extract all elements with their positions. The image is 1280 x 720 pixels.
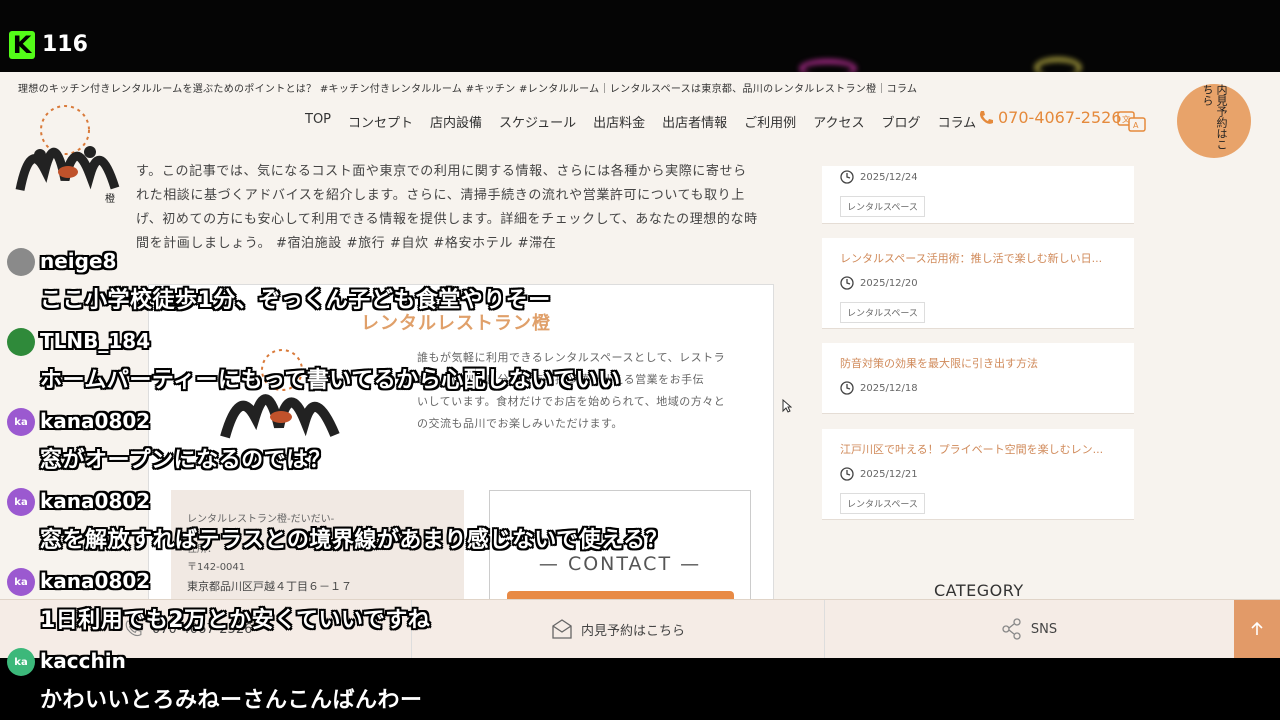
nav-item-examples[interactable]: ご利用例 <box>744 112 796 131</box>
nav-item-top[interactable]: TOP <box>305 112 331 131</box>
chat-username[interactable]: kana0802 <box>40 489 150 513</box>
nav-phone-number: 070-4067-2526 <box>998 108 1122 127</box>
avatar: ka <box>7 488 35 516</box>
viewer-count: 116 <box>42 32 88 57</box>
chat-text: ホームパーティーにもって書いてるから心配しないでいい <box>40 368 621 393</box>
post-title[interactable]: 江戸川区で叶える！プライベート空間を楽しむレン... <box>840 441 1103 457</box>
avatar: ka <box>7 648 35 676</box>
nav-item-blog[interactable]: ブログ <box>882 112 921 131</box>
chat-text: 1日利用でも2万とか安くていいですね <box>40 608 431 633</box>
shop-desc-line: いしています。食材だけでお店を始められて、地域の方々と <box>417 395 726 408</box>
article-line: す。この記事では、気になるコスト面や東京での利用に関する情報、さらには各種から実… <box>136 164 747 179</box>
footer-sns-button[interactable]: SNS <box>824 600 1234 658</box>
shop-desc-line: の交流も品川でお楽しみいただけます。 <box>417 417 623 430</box>
svg-text:文: 文 <box>1122 114 1130 124</box>
nav-item-column[interactable]: コラム <box>938 112 977 131</box>
chat-username[interactable]: kana0802 <box>40 569 150 593</box>
phone-icon <box>980 110 993 124</box>
nav-item-access[interactable]: アクセス <box>813 112 864 131</box>
avatar <box>7 328 35 356</box>
shop-logo-icon <box>220 349 340 439</box>
chat-text: ここ小学校徒歩1分、ぞっくん子ども食堂やりそー <box>40 288 551 313</box>
footer-sns-label: SNS <box>1030 621 1058 637</box>
sidebar-post-card[interactable]: レンタルスペース活用術：推し活で楽しむ新しい日... 2025/12/20 レン… <box>822 238 1134 329</box>
site-logo-icon[interactable]: 橙 <box>10 100 125 205</box>
post-tag[interactable]: レンタルスペース <box>840 493 925 514</box>
post-date: 2025/12/18 <box>840 381 918 395</box>
mouse-cursor-icon <box>782 399 792 413</box>
avatar: ka <box>7 568 35 596</box>
svg-text:A: A <box>1133 121 1139 130</box>
translate-icon[interactable]: 文A <box>1117 110 1147 134</box>
stream-top-bar: K 116 <box>0 0 1280 77</box>
sidebar-post-card[interactable]: 2025/12/24 レンタルスペース <box>822 166 1134 224</box>
sidebar-post-card[interactable]: 防音対策の効果を最大限に引き出す方法 2025/12/18 <box>822 343 1134 414</box>
post-date-text: 2025/12/21 <box>860 468 918 480</box>
nav-item-equipment[interactable]: 店内設備 <box>430 112 482 131</box>
chat-username[interactable]: kana0802 <box>40 409 150 433</box>
post-title[interactable]: レンタルスペース活用術：推し活で楽しむ新しい日... <box>840 250 1102 266</box>
article-line: げ、初めての方にも安心して利用できる情報を提供します。詳細をチェックして、あなた… <box>136 212 758 227</box>
chat-username[interactable]: kacchin <box>40 649 126 673</box>
visit-reservation-button[interactable]: 内見予約はこちら <box>1177 84 1251 158</box>
nav-item-fee[interactable]: 出店料金 <box>593 112 645 131</box>
article-line: 間を計画しましょう。 #宿泊施設 #旅行 #自炊 #格安ホテル #滞在 <box>136 236 557 251</box>
clock-icon <box>840 467 854 481</box>
chat-text: 窓がオープンになるのでは？ <box>40 448 332 473</box>
breadcrumb: 理想のキッチン付きレンタルルームを選ぶためのポイントとは？ #キッチン付きレンタ… <box>18 84 918 95</box>
avatar <box>7 248 35 276</box>
clock-icon <box>840 170 854 184</box>
post-date-text: 2025/12/20 <box>860 277 918 289</box>
post-tag[interactable]: レンタルスペース <box>840 196 925 217</box>
post-date-text: 2025/12/18 <box>860 382 918 394</box>
chat-username[interactable]: TLNB_184 <box>40 329 150 353</box>
post-title[interactable]: 防音対策の効果を最大限に引き出す方法 <box>840 355 1038 371</box>
post-date: 2025/12/24 <box>840 170 918 184</box>
nav-phone-link[interactable]: 070-4067-2526 <box>978 108 1122 127</box>
category-heading: CATEGORY <box>934 581 1024 600</box>
nav-item-concept[interactable]: コンセプト <box>348 112 413 131</box>
post-date: 2025/12/20 <box>840 276 918 290</box>
envelope-icon <box>552 619 572 639</box>
clock-icon <box>840 381 854 395</box>
logo-char: 橙 <box>105 192 115 205</box>
share-icon <box>1002 618 1021 640</box>
scroll-top-button[interactable] <box>1234 600 1280 658</box>
post-date: 2025/12/21 <box>840 467 918 481</box>
chat-text: 窓を解放すればテラスとの境界線があまり感じないで使える？ <box>40 528 669 553</box>
footer-visit-button[interactable]: 内見予約はこちら <box>412 600 825 658</box>
sidebar-post-card[interactable]: 江戸川区で叶える！プライベート空間を楽しむレン... 2025/12/21 レン… <box>822 429 1134 520</box>
arrow-up-icon <box>1251 621 1263 635</box>
post-tag[interactable]: レンタルスペース <box>840 302 925 323</box>
article-text: す。この記事では、気になるコスト面や東京での利用に関する情報、さらには各種から実… <box>136 160 776 256</box>
chat-username[interactable]: neige8 <box>40 249 116 273</box>
main-nav: TOP コンセプト 店内設備 スケジュール 出店料金 出店者情報 ご利用例 アク… <box>305 112 976 131</box>
footer-visit-label: 内見予約はこちら <box>580 623 685 639</box>
chat-text: かわいいとろみねーさんこんばんわー <box>40 688 423 713</box>
contact-title: — CONTACT — <box>538 553 702 575</box>
article-line: れた相談に基づくアドバイスを紹介します。さらに、清掃手続きの流れや営業許可につい… <box>136 188 745 203</box>
kick-logo-icon: K <box>9 31 35 59</box>
nav-item-schedule[interactable]: スケジュール <box>499 112 576 131</box>
clock-icon <box>840 276 854 290</box>
avatar: ka <box>7 408 35 436</box>
nav-item-vendors[interactable]: 出店者情報 <box>662 112 727 131</box>
address-line: 東京都品川区戸越４丁目６－１７ <box>187 580 352 593</box>
post-date-text: 2025/12/24 <box>860 171 918 183</box>
address-zip: 〒142-0041 <box>187 562 246 573</box>
